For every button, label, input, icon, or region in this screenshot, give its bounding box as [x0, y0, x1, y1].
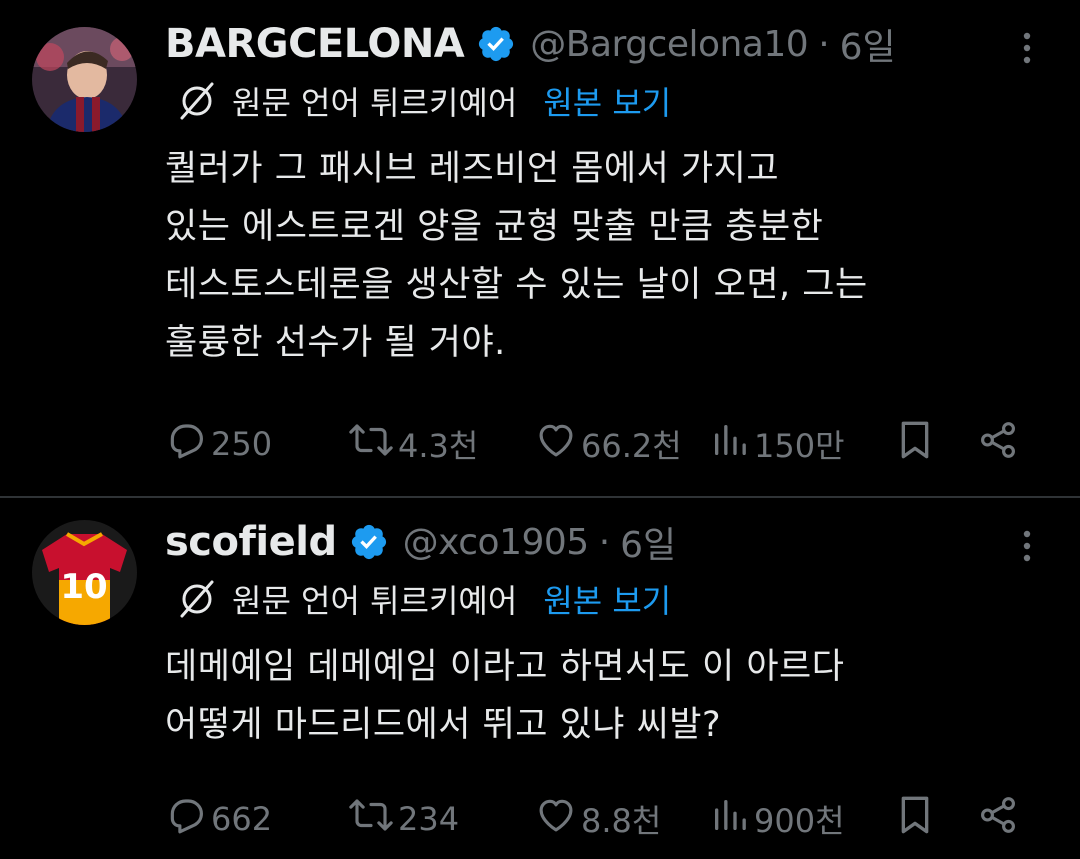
verified-badge-icon [349, 522, 389, 562]
reply-count: 662 [211, 800, 273, 838]
reply-button[interactable]: 250 [165, 419, 272, 469]
views-button[interactable]: 150만 [710, 419, 845, 469]
like-count: 8.8천 [581, 802, 662, 840]
like-button[interactable]: 8.8천 [535, 794, 661, 844]
repost-count: 234 [398, 800, 460, 838]
tweet-text-line: 테스토스테론을 생산할 수 있는 날이 오면, 그는 [165, 265, 868, 305]
repost-button[interactable]: 234 [348, 794, 459, 844]
tweet-text-line: 훌륭한 선수가 될 거야. [165, 323, 506, 363]
svg-text:10: 10 [60, 567, 107, 607]
translate-icon [176, 578, 218, 620]
views-button[interactable]: 900천 [710, 794, 845, 844]
verified-badge-icon [476, 24, 516, 64]
heart-icon [535, 794, 577, 844]
user-handle[interactable]: @xco1905 [403, 522, 590, 563]
separator-dot: · [598, 521, 611, 563]
display-name[interactable]: BARGCELONA [165, 21, 465, 67]
tweet-text-line: 데메예임 데메예임 이라고 하면서도 이 아르다 [165, 647, 845, 687]
tweet-header: BARGCELONA @Bargcelona10 · 6일 [165, 18, 896, 70]
bookmark-icon [895, 417, 935, 471]
reply-icon [165, 794, 207, 844]
like-button[interactable]: 66.2천 [535, 419, 682, 469]
translate-icon [176, 80, 218, 122]
show-original-link[interactable]: 원본 보기 [543, 576, 671, 622]
share-button[interactable] [977, 794, 1019, 844]
views-count: 900천 [754, 802, 845, 840]
action-bar: 250 4.3천 66.2천 150만 [165, 419, 1045, 469]
repost-count: 4.3천 [398, 427, 479, 465]
translation-label: 원문 언어 튀르키예어 [232, 84, 518, 122]
share-button[interactable] [977, 419, 1019, 469]
share-icon [977, 419, 1019, 469]
tweet-text: 퀄러가 그 패시브 레즈비언 몸에서 가지고 있는 에스트로겐 양을 균형 맞출… [165, 140, 1045, 372]
repost-icon [348, 794, 394, 844]
share-icon [977, 794, 1019, 844]
avatar[interactable] [32, 27, 137, 132]
more-vertical-icon[interactable] [1012, 30, 1042, 66]
timestamp[interactable]: 6일 [620, 516, 676, 568]
views-icon [710, 419, 750, 469]
user-handle[interactable]: @Bargcelona10 [530, 24, 808, 65]
views-count: 150만 [754, 427, 845, 465]
tweet-text-line: 퀄러가 그 패시브 레즈비언 몸에서 가지고 [165, 149, 780, 189]
tweet-text-line: 어떻게 마드리드에서 뛰고 있냐 씨발? [165, 705, 722, 745]
translation-label: 원문 언어 튀르키예어 [232, 582, 518, 620]
tweet[interactable]: 10 scofield @xco1905 · 6일 원문 언어 튀르키예어 원본… [0, 498, 1080, 859]
heart-icon [535, 419, 577, 469]
more-vertical-icon[interactable] [1012, 528, 1042, 564]
reply-button[interactable]: 662 [165, 794, 272, 844]
translation-notice: 원문 언어 튀르키예어 원본 보기 [176, 78, 671, 124]
tweet[interactable]: BARGCELONA @Bargcelona10 · 6일 원문 언어 튀르키예… [0, 0, 1080, 496]
bookmark-button[interactable] [895, 794, 935, 844]
bookmark-button[interactable] [895, 419, 935, 469]
tweet-text: 데메예임 데메예임 이라고 하면서도 이 아르다 어떻게 마드리드에서 뛰고 있… [165, 638, 1045, 754]
tweet-text-line: 있는 에스트로겐 양을 균형 맞출 만큼 충분한 [165, 207, 824, 247]
bookmark-icon [895, 792, 935, 846]
translation-notice: 원문 언어 튀르키예어 원본 보기 [176, 576, 671, 622]
reply-icon [165, 419, 207, 469]
reply-count: 250 [211, 425, 273, 463]
display-name[interactable]: scofield [165, 519, 337, 565]
action-bar: 662 234 8.8천 900천 [165, 794, 1045, 844]
repost-button[interactable]: 4.3천 [348, 419, 478, 469]
timestamp[interactable]: 6일 [840, 18, 896, 70]
avatar[interactable]: 10 [32, 520, 137, 625]
views-icon [710, 794, 750, 844]
like-count: 66.2천 [581, 427, 682, 465]
tweet-header: scofield @xco1905 · 6일 [165, 516, 676, 568]
show-original-link[interactable]: 원본 보기 [543, 78, 671, 124]
repost-icon [348, 419, 394, 469]
separator-dot: · [818, 23, 830, 65]
